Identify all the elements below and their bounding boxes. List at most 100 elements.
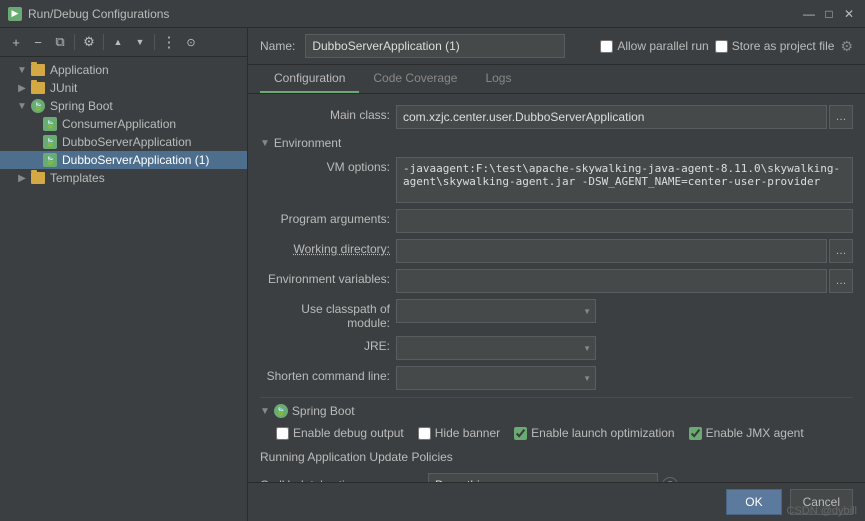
sidebar-label-spring-boot: Spring Boot (50, 99, 113, 113)
vm-options-row: VM options: -javaagent:F:\test\apache-sk… (260, 154, 853, 206)
store-as-project-checkbox[interactable] (715, 40, 728, 53)
program-args-input[interactable] (396, 209, 853, 233)
class-icon-consumer: 🍃 (43, 117, 57, 131)
enable-jmx-label[interactable]: Enable JMX agent (689, 426, 804, 440)
allow-parallel-checkbox[interactable] (600, 40, 613, 53)
working-dir-input[interactable] (396, 239, 827, 263)
sidebar-item-dubbo-1[interactable]: ▶ 🍃 DubboServerApplication (1) (0, 151, 247, 169)
sidebar-item-dubbo[interactable]: ▶ 🍃 DubboServerApplication (0, 133, 247, 151)
store-gear-button[interactable]: ⚙ (840, 38, 853, 55)
working-dir-input-wrap: … (396, 239, 853, 263)
shorten-cmd-select[interactable] (396, 366, 596, 390)
shorten-cmd-row: Shorten command line: (260, 363, 853, 393)
sidebar-toolbar: + − ⧉ ⚙ ▲ ▼ ⋮ ⊙ (0, 28, 247, 57)
jre-select[interactable] (396, 336, 596, 360)
copy-button[interactable]: ⧉ (50, 32, 70, 52)
add-button[interactable]: + (6, 32, 26, 52)
classpath-select-wrap (396, 299, 596, 323)
watermark: CSDN @dybill (787, 505, 857, 517)
window-title: Run/Debug Configurations (28, 7, 169, 21)
arrow-down-button[interactable]: ▼ (130, 32, 150, 52)
vm-options-input[interactable]: -javaagent:F:\test\apache-skywalking-jav… (396, 157, 853, 203)
env-vars-browse-button[interactable]: … (829, 269, 853, 293)
tabs: Configuration Code Coverage Logs (248, 65, 865, 94)
hide-banner-label[interactable]: Hide banner (418, 426, 500, 440)
spring-icon-springboot: 🍃 (31, 99, 45, 113)
env-vars-input-wrap: … (396, 269, 853, 293)
minimize-button[interactable]: — (801, 6, 817, 22)
folder-icon-junit (31, 82, 45, 94)
store-as-project-label[interactable]: Store as project file (715, 39, 835, 53)
main-class-input[interactable] (396, 105, 827, 129)
hide-banner-checkbox[interactable] (418, 427, 431, 440)
sidebar-item-consumer[interactable]: ▶ 🍃 ConsumerApplication (0, 115, 247, 133)
window-controls: — □ ✕ (801, 6, 857, 22)
enable-debug-checkbox[interactable] (276, 427, 289, 440)
class-icon-dubbo: 🍃 (43, 135, 57, 149)
update-action-row: On 'Update' action: Do nothing Update cl… (260, 470, 853, 482)
main-class-label: Main class: (260, 105, 390, 122)
jre-select-wrap (396, 336, 596, 360)
jre-row: JRE: (260, 333, 853, 363)
sidebar-item-junit[interactable]: ▶ JUnit (0, 79, 247, 97)
working-dir-row: Working directory: … (260, 236, 853, 266)
folder-icon-application (31, 64, 45, 76)
sidebar-label-consumer: ConsumerApplication (62, 117, 176, 131)
expand-arrow-junit: ▶ (16, 82, 28, 94)
expand-arrow-templates: ▶ (16, 172, 28, 184)
arrow-up-button[interactable]: ▲ (108, 32, 128, 52)
window-icon: ▶ (8, 7, 22, 21)
enable-debug-label[interactable]: Enable debug output (276, 426, 404, 440)
allow-parallel-label[interactable]: Allow parallel run (600, 39, 708, 53)
classpath-label: Use classpath of module: (260, 299, 390, 330)
spring-boot-section[interactable]: ▼ 🍃 Spring Boot (260, 397, 853, 422)
shorten-cmd-label: Shorten command line: (260, 366, 390, 383)
environment-label: Environment (274, 136, 341, 150)
sidebar-item-application[interactable]: ▼ Application (0, 61, 247, 79)
enable-jmx-checkbox[interactable] (689, 427, 702, 440)
sidebar: + − ⧉ ⚙ ▲ ▼ ⋮ ⊙ ▼ Application ▶ JUnit (0, 28, 248, 521)
filter-button[interactable]: ⊙ (181, 32, 201, 52)
name-input[interactable] (305, 34, 565, 58)
tree-area: ▼ Application ▶ JUnit ▼ 🍃 Spring Boot ▶ … (0, 57, 247, 191)
close-button[interactable]: ✕ (841, 6, 857, 22)
update-policies-label: Running Application Update Policies (260, 448, 853, 470)
toolbar-divider-2 (103, 34, 104, 50)
config-body: Main class: … ▼ Environment VM options: … (248, 94, 865, 482)
bottom-bar: OK Cancel (248, 482, 865, 521)
toolbar-divider-1 (74, 34, 75, 50)
spring-icon-section: 🍃 (274, 404, 288, 418)
remove-button[interactable]: − (28, 32, 48, 52)
tab-logs[interactable]: Logs (471, 65, 525, 93)
class-icon-dubbo-1: 🍃 (43, 153, 57, 167)
more-button[interactable]: ⋮ (159, 32, 179, 52)
maximize-button[interactable]: □ (821, 6, 837, 22)
env-vars-input[interactable] (396, 269, 827, 293)
tab-configuration[interactable]: Configuration (260, 65, 359, 93)
ok-button[interactable]: OK (726, 489, 781, 515)
settings-button[interactable]: ⚙ (79, 32, 99, 52)
update-action-select-wrap: Do nothing Update classes and resources … (428, 473, 658, 482)
environment-section[interactable]: ▼ Environment (260, 132, 853, 154)
expand-arrow-application: ▼ (16, 64, 28, 76)
classpath-select[interactable] (396, 299, 596, 323)
update-policies: Running Application Update Policies On '… (260, 444, 853, 482)
sidebar-item-spring-boot[interactable]: ▼ 🍃 Spring Boot (0, 97, 247, 115)
working-dir-browse-button[interactable]: … (829, 239, 853, 263)
sidebar-label-junit: JUnit (50, 81, 77, 95)
update-action-wrap: Do nothing Update classes and resources … (428, 473, 678, 482)
content-area: Name: Allow parallel run Store as projec… (248, 28, 865, 521)
main-class-browse-button[interactable]: … (829, 105, 853, 129)
toolbar-divider-3 (154, 34, 155, 50)
sidebar-label-templates: Templates (50, 171, 105, 185)
sidebar-item-templates[interactable]: ▶ Templates (0, 169, 247, 187)
tab-code-coverage[interactable]: Code Coverage (359, 65, 471, 93)
update-action-select[interactable]: Do nothing Update classes and resources … (428, 473, 658, 482)
working-dir-label: Working directory: (260, 239, 390, 256)
enable-launch-label[interactable]: Enable launch optimization (514, 426, 674, 440)
name-label: Name: (260, 39, 295, 53)
spring-boot-label: Spring Boot (292, 404, 355, 418)
sidebar-label-application: Application (50, 63, 109, 77)
enable-launch-checkbox[interactable] (514, 427, 527, 440)
classpath-row: Use classpath of module: (260, 296, 853, 333)
